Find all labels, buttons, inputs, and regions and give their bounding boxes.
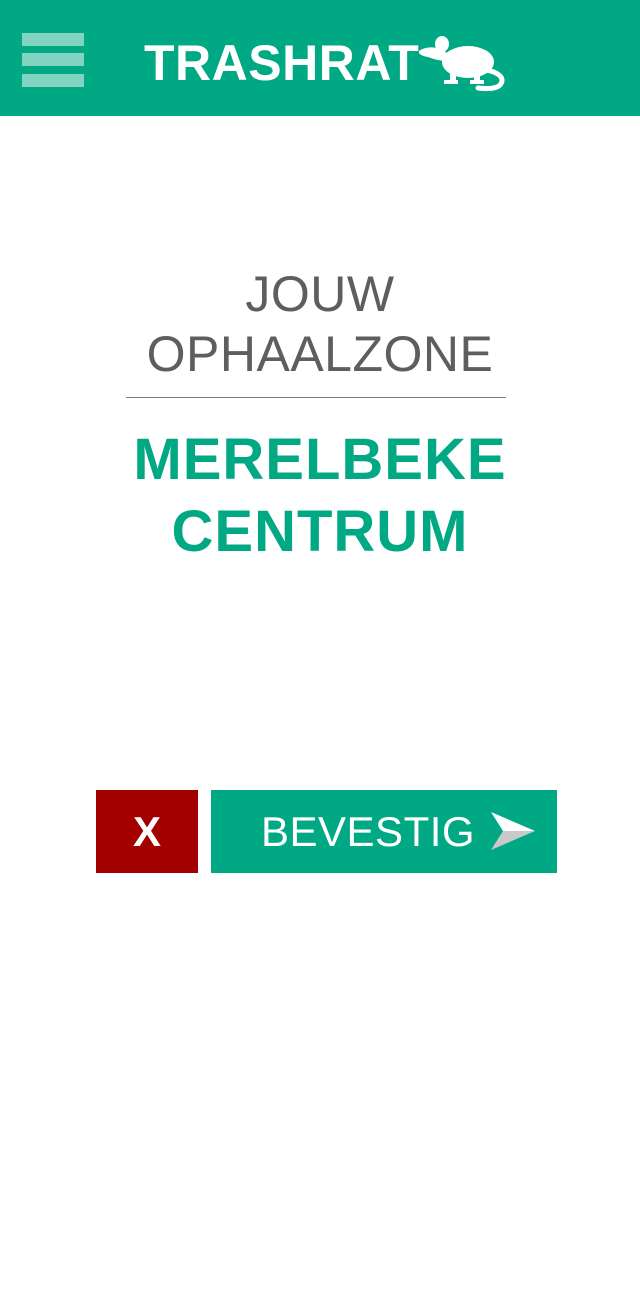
- top-bar: TRASHRAT: [0, 0, 640, 116]
- menu-bar-line: [22, 33, 84, 46]
- send-arrow-icon: [491, 812, 535, 850]
- zone-name-line2: CENTRUM: [171, 499, 469, 564]
- zone-heading-line2: OPHAALZONE: [146, 326, 494, 382]
- zone-heading-line1: JOUW: [245, 266, 395, 322]
- app-title: TRASHRAT: [144, 35, 420, 91]
- menu-bar-line: [22, 74, 84, 87]
- zone-name-line1: MERELBEKE: [133, 427, 507, 492]
- rat-icon: [418, 36, 505, 92]
- zone-heading: JOUW OPHAALZONE: [0, 264, 640, 384]
- cancel-button[interactable]: X: [96, 790, 198, 873]
- confirm-button-label: BEVESTIG: [261, 808, 476, 855]
- confirm-button[interactable]: BEVESTIG: [211, 790, 557, 873]
- hamburger-menu-icon[interactable]: [22, 33, 84, 89]
- menu-bar-line: [22, 53, 84, 66]
- zone-name: MERELBEKE CENTRUM: [0, 424, 640, 568]
- divider: [126, 397, 506, 398]
